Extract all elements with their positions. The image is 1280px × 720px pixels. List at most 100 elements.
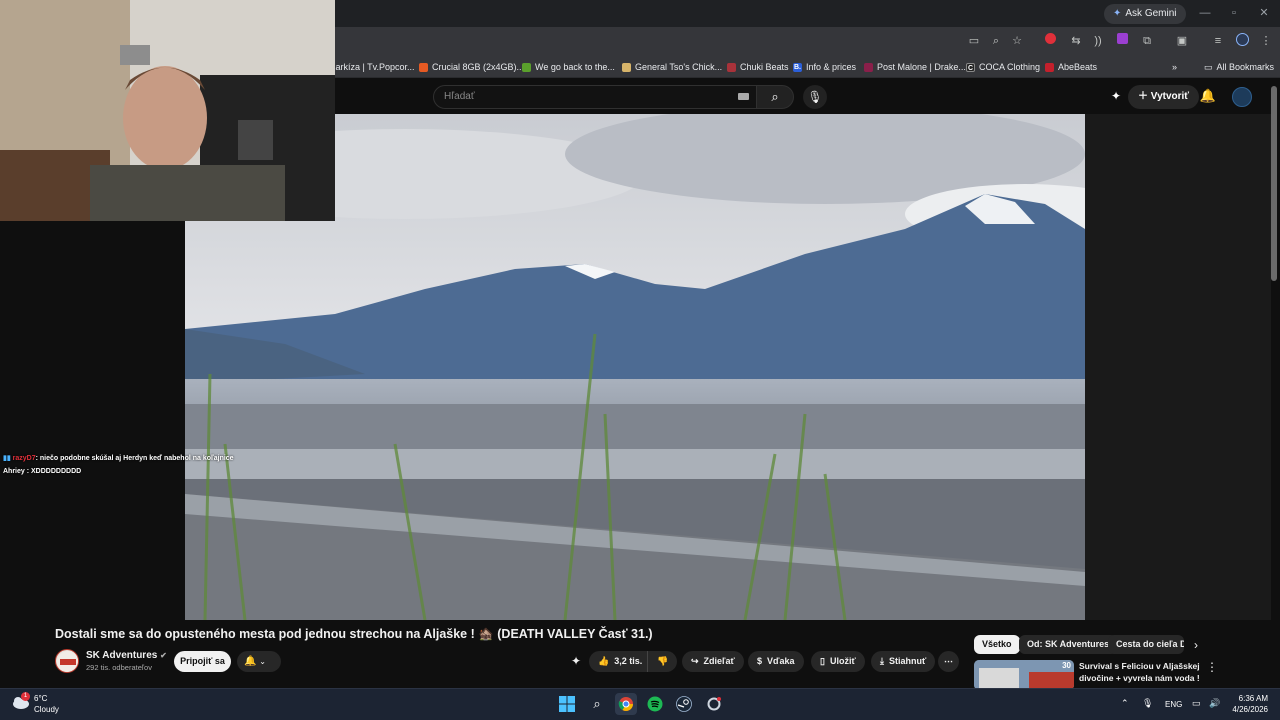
bookmark-favicon-icon — [419, 62, 428, 72]
windows-logo-icon — [559, 696, 575, 712]
chip-related[interactable]: Cesta do cieľa Do — [1108, 635, 1184, 654]
page-background-right — [1085, 114, 1271, 620]
chip-from-channel[interactable]: Od: SK Adventures — [1019, 635, 1118, 654]
bookmark-icon: ▯ — [820, 656, 825, 666]
extension-red-icon[interactable] — [1042, 33, 1058, 49]
ask-sparkle-icon[interactable]: ✦ — [571, 654, 581, 668]
search-input[interactable]: Hľadať — [433, 85, 757, 109]
channel-avatar[interactable] — [55, 649, 79, 673]
bookmark-item[interactable]: AbeBeats — [1045, 59, 1097, 75]
channel-name[interactable]: SK Adventures ✔ — [86, 650, 167, 661]
bookmark-item[interactable]: Crucial 8GB (2x4GB)... — [419, 59, 524, 75]
create-button[interactable]: ＋ Vytvoriť — [1128, 85, 1200, 109]
tab-search-icon[interactable]: ≡ — [1210, 33, 1226, 49]
start-button[interactable] — [556, 693, 578, 715]
like-count: 3,2 tis. — [614, 656, 643, 666]
join-button[interactable]: Pripojiť sa — [174, 651, 231, 672]
channel-logo-icon — [57, 651, 78, 672]
more-dots-icon: ⋯ — [944, 656, 953, 666]
spotify-logo-icon — [647, 696, 663, 712]
search-taskbar-icon[interactable]: ⌕ — [586, 693, 608, 715]
show-hidden-icons-chevron-icon[interactable]: ⌃ — [1121, 698, 1129, 709]
bookmark-star-icon[interactable]: ☆ — [1009, 33, 1025, 49]
steam-taskbar-icon[interactable] — [673, 693, 695, 715]
bookmark-favicon-icon — [1045, 62, 1054, 72]
share-button[interactable]: ↪ Zdieľať — [682, 651, 744, 672]
chat-username: Ahriey — [3, 468, 25, 475]
recommendation-thumbnail[interactable]: 30 — [974, 660, 1074, 690]
zoom-icon[interactable]: ⌕ — [988, 33, 1004, 49]
thumbnail-image — [974, 660, 1074, 690]
chat-badge-icon: ▮▮ — [3, 455, 13, 462]
menu-dots-icon[interactable]: ⋮ — [1258, 33, 1274, 49]
language-indicator[interactable]: ENG — [1165, 700, 1182, 709]
ask-gemini-button[interactable]: ✦ Ask Gemini — [1104, 4, 1186, 24]
video-title: Dostali sme sa do opusteného mesta pod j… — [55, 627, 653, 641]
bookmark-item[interactable]: B. Info & prices — [793, 59, 856, 75]
bookmark-favicon-icon: B. — [793, 62, 802, 72]
webcam-overlay — [0, 0, 335, 221]
bookmark-item[interactable]: C COCA Clothing — [966, 59, 1040, 75]
search-icon: ⌕ — [771, 89, 779, 104]
spotify-taskbar-icon[interactable] — [644, 693, 666, 715]
clock-date[interactable]: 4/26/2026 — [1222, 705, 1268, 714]
weather-description: Cloudy — [34, 705, 59, 714]
download-button[interactable]: ⤓ Stiahnuť — [871, 651, 936, 672]
more-bookmarks-chevron-icon[interactable]: » — [1172, 59, 1177, 75]
download-icon: ⤓ — [880, 656, 884, 666]
volume-icon[interactable]: 🔊 — [1209, 698, 1220, 709]
folder-icon: ▭ — [1204, 61, 1213, 72]
share-icon: ↪ — [691, 656, 699, 666]
extensions-puzzle-icon[interactable]: ⧉ — [1139, 33, 1155, 49]
all-bookmarks-button[interactable]: ▭ All Bookmarks — [1204, 59, 1274, 75]
close-icon[interactable]: ✕ — [1256, 5, 1272, 21]
cast-icon[interactable]: ▭ — [966, 33, 982, 49]
minimize-icon[interactable]: — — [1197, 5, 1213, 21]
extension-gray-icon[interactable]: ⇆ — [1068, 33, 1084, 49]
settings-gear-icon — [707, 697, 721, 711]
like-button[interactable]: 👍 3,2 tis. — [589, 651, 652, 672]
subscription-bell-button[interactable]: 🔔 ⌄ — [237, 651, 281, 672]
chat-message: Ahriey : XDDDDDDDDD — [3, 468, 81, 475]
restore-icon[interactable]: ▫ — [1226, 5, 1242, 21]
steam-logo-icon — [676, 696, 692, 712]
notifications-bell-icon[interactable]: 🔔 — [1199, 88, 1217, 106]
more-actions-button[interactable]: ⋯ — [938, 651, 959, 672]
thanks-icon: $ — [757, 656, 763, 666]
verified-badge-icon: ✔ — [160, 651, 167, 660]
chip-all[interactable]: Všetko — [974, 635, 1020, 654]
chips-next-chevron-icon[interactable]: › — [1194, 638, 1198, 652]
bookmark-item[interactable]: Chuki Beats — [727, 59, 789, 75]
bookmark-favicon-icon — [727, 62, 736, 72]
ask-gemini-label: Ask Gemini — [1125, 8, 1177, 19]
scrollbar-thumb[interactable] — [1271, 86, 1277, 281]
bookmark-item[interactable]: Markíza | Tv.Popcor... — [328, 59, 415, 75]
search-button[interactable]: ⌕ — [756, 85, 794, 109]
profile-avatar-icon[interactable] — [1234, 33, 1250, 49]
playlist-badge: 30 — [1062, 661, 1071, 670]
extension-purple-icon[interactable] — [1114, 33, 1130, 49]
account-avatar[interactable] — [1232, 87, 1252, 107]
subscriber-count: 292 tis. odberateľov — [86, 663, 152, 672]
dislike-button[interactable]: 👎 — [647, 651, 678, 672]
bookmark-item[interactable]: Post Malone | Drake... — [864, 59, 966, 75]
voice-search-button[interactable]: 🎙 — [803, 85, 827, 109]
app-taskbar-icon[interactable] — [703, 693, 725, 715]
reading-mode-icon[interactable]: ▣ — [1174, 33, 1190, 49]
keyboard-icon[interactable] — [738, 93, 749, 100]
microphone-tray-icon[interactable]: 🎙 — [1142, 698, 1153, 709]
display-tray-icon[interactable]: ▭ — [1192, 698, 1201, 709]
bell-icon: 🔔 — [244, 656, 257, 667]
chrome-logo-icon — [618, 697, 633, 711]
weather-icon[interactable]: 1 — [10, 692, 30, 711]
bookmark-item[interactable]: We go back to the... — [522, 59, 615, 75]
sparkle-icon[interactable]: ✦ — [1108, 89, 1124, 105]
bookmark-favicon-icon — [522, 62, 531, 72]
bookmark-item[interactable]: General Tso's Chick... — [622, 59, 722, 75]
clock-time[interactable]: 6:36 AM — [1230, 694, 1268, 703]
chrome-taskbar-icon[interactable] — [615, 693, 637, 715]
thanks-button[interactable]: $ Vďaka — [748, 651, 804, 672]
extension-blue-icon[interactable]: )) — [1090, 33, 1106, 49]
save-button[interactable]: ▯ Uložiť — [811, 651, 865, 672]
recommendation-menu-icon[interactable]: ⋮ — [1206, 660, 1218, 674]
